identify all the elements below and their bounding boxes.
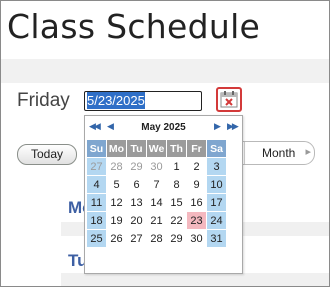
calendar-day[interactable]: 26 xyxy=(107,230,126,247)
calendar-week: 27 28 29 30 1 2 3 xyxy=(87,158,226,175)
calendar-day[interactable]: 17 xyxy=(207,194,226,211)
calendar-day[interactable]: 12 xyxy=(107,194,126,211)
calendar-day[interactable]: 30 xyxy=(147,158,166,175)
calendar-day[interactable]: 16 xyxy=(187,194,206,211)
weekday-header: We xyxy=(147,140,166,157)
app-window: Class Schedule Friday 5/23/2025 Today Mo… xyxy=(0,0,330,287)
weekday-header: Th xyxy=(167,140,186,157)
calendar-day[interactable]: 31 xyxy=(207,230,226,247)
calendar-day-selected[interactable]: 23 xyxy=(187,212,206,229)
calendar-day[interactable]: 28 xyxy=(107,158,126,175)
calendar-day[interactable]: 5 xyxy=(107,176,126,193)
view-selector[interactable]: Month ▸ xyxy=(231,141,315,165)
calendar-day[interactable]: 8 xyxy=(167,176,186,193)
chevron-right-icon[interactable]: ▸ xyxy=(305,145,311,158)
calendar-day[interactable]: 13 xyxy=(127,194,146,211)
weekday-header: Fr xyxy=(187,140,206,157)
calendar-day[interactable]: 10 xyxy=(207,176,226,193)
page-title: Class Schedule xyxy=(7,7,261,46)
calendar-day[interactable]: 18 xyxy=(87,212,106,229)
view-divider xyxy=(244,142,245,164)
calendar-grid: Su Mo Tu We Th Fr Sa 27 28 29 30 1 2 3 4… xyxy=(86,139,227,248)
calendar-day[interactable]: 11 xyxy=(87,194,106,211)
calendar-button[interactable] xyxy=(216,87,242,112)
calendar-week: 25 26 27 28 29 30 31 xyxy=(87,230,226,247)
calendar-day[interactable]: 15 xyxy=(167,194,186,211)
weekday-header: Mo xyxy=(107,140,126,157)
calendar-day[interactable]: 21 xyxy=(147,212,166,229)
calendar-day[interactable]: 19 xyxy=(107,212,126,229)
weekday-header-row: Su Mo Tu We Th Fr Sa xyxy=(87,140,226,157)
calendar-day[interactable]: 3 xyxy=(207,158,226,175)
date-input[interactable]: 5/23/2025 xyxy=(84,91,202,111)
calendar-header: ◀◀ ◀ May 2025 ▶ ▶▶ xyxy=(85,116,242,138)
date-input-value: 5/23/2025 xyxy=(87,92,145,109)
calendar-day[interactable]: 4 xyxy=(87,176,106,193)
calendar-popup: ◀◀ ◀ May 2025 ▶ ▶▶ Su Mo Tu We Th Fr Sa xyxy=(84,115,243,274)
calendar-day[interactable]: 29 xyxy=(167,230,186,247)
day-label: Friday xyxy=(17,90,70,111)
calendar-day[interactable]: 2 xyxy=(187,158,206,175)
calendar-day[interactable]: 27 xyxy=(127,230,146,247)
next-year-icon[interactable]: ▶▶ xyxy=(227,121,239,132)
calendar-week: 4 5 6 7 8 9 10 xyxy=(87,176,226,193)
today-button[interactable]: Today xyxy=(17,144,77,165)
calendar-week: 18 19 20 21 22 23 24 xyxy=(87,212,226,229)
calendar-day[interactable]: 9 xyxy=(187,176,206,193)
calendar-day[interactable]: 28 xyxy=(147,230,166,247)
calendar-day[interactable]: 27 xyxy=(87,158,106,175)
weekday-header: Sa xyxy=(207,140,226,157)
calendar-day[interactable]: 22 xyxy=(167,212,186,229)
calendar-week: 11 12 13 14 15 16 17 xyxy=(87,194,226,211)
calendar-day[interactable]: 20 xyxy=(127,212,146,229)
calendar-close-icon xyxy=(220,91,238,108)
schedule-row xyxy=(61,273,329,286)
calendar-day[interactable]: 14 xyxy=(147,194,166,211)
calendar-day[interactable]: 24 xyxy=(207,212,226,229)
calendar-day[interactable]: 1 xyxy=(167,158,186,175)
header-band xyxy=(1,59,329,83)
next-month-icon[interactable]: ▶ xyxy=(214,121,221,132)
view-label: Month xyxy=(262,146,296,160)
calendar-day[interactable]: 7 xyxy=(147,176,166,193)
weekday-header: Tu xyxy=(127,140,146,157)
calendar-day[interactable]: 30 xyxy=(187,230,206,247)
calendar-day[interactable]: 29 xyxy=(127,158,146,175)
calendar-day[interactable]: 6 xyxy=(127,176,146,193)
weekday-header: Su xyxy=(87,140,106,157)
calendar-day[interactable]: 25 xyxy=(87,230,106,247)
